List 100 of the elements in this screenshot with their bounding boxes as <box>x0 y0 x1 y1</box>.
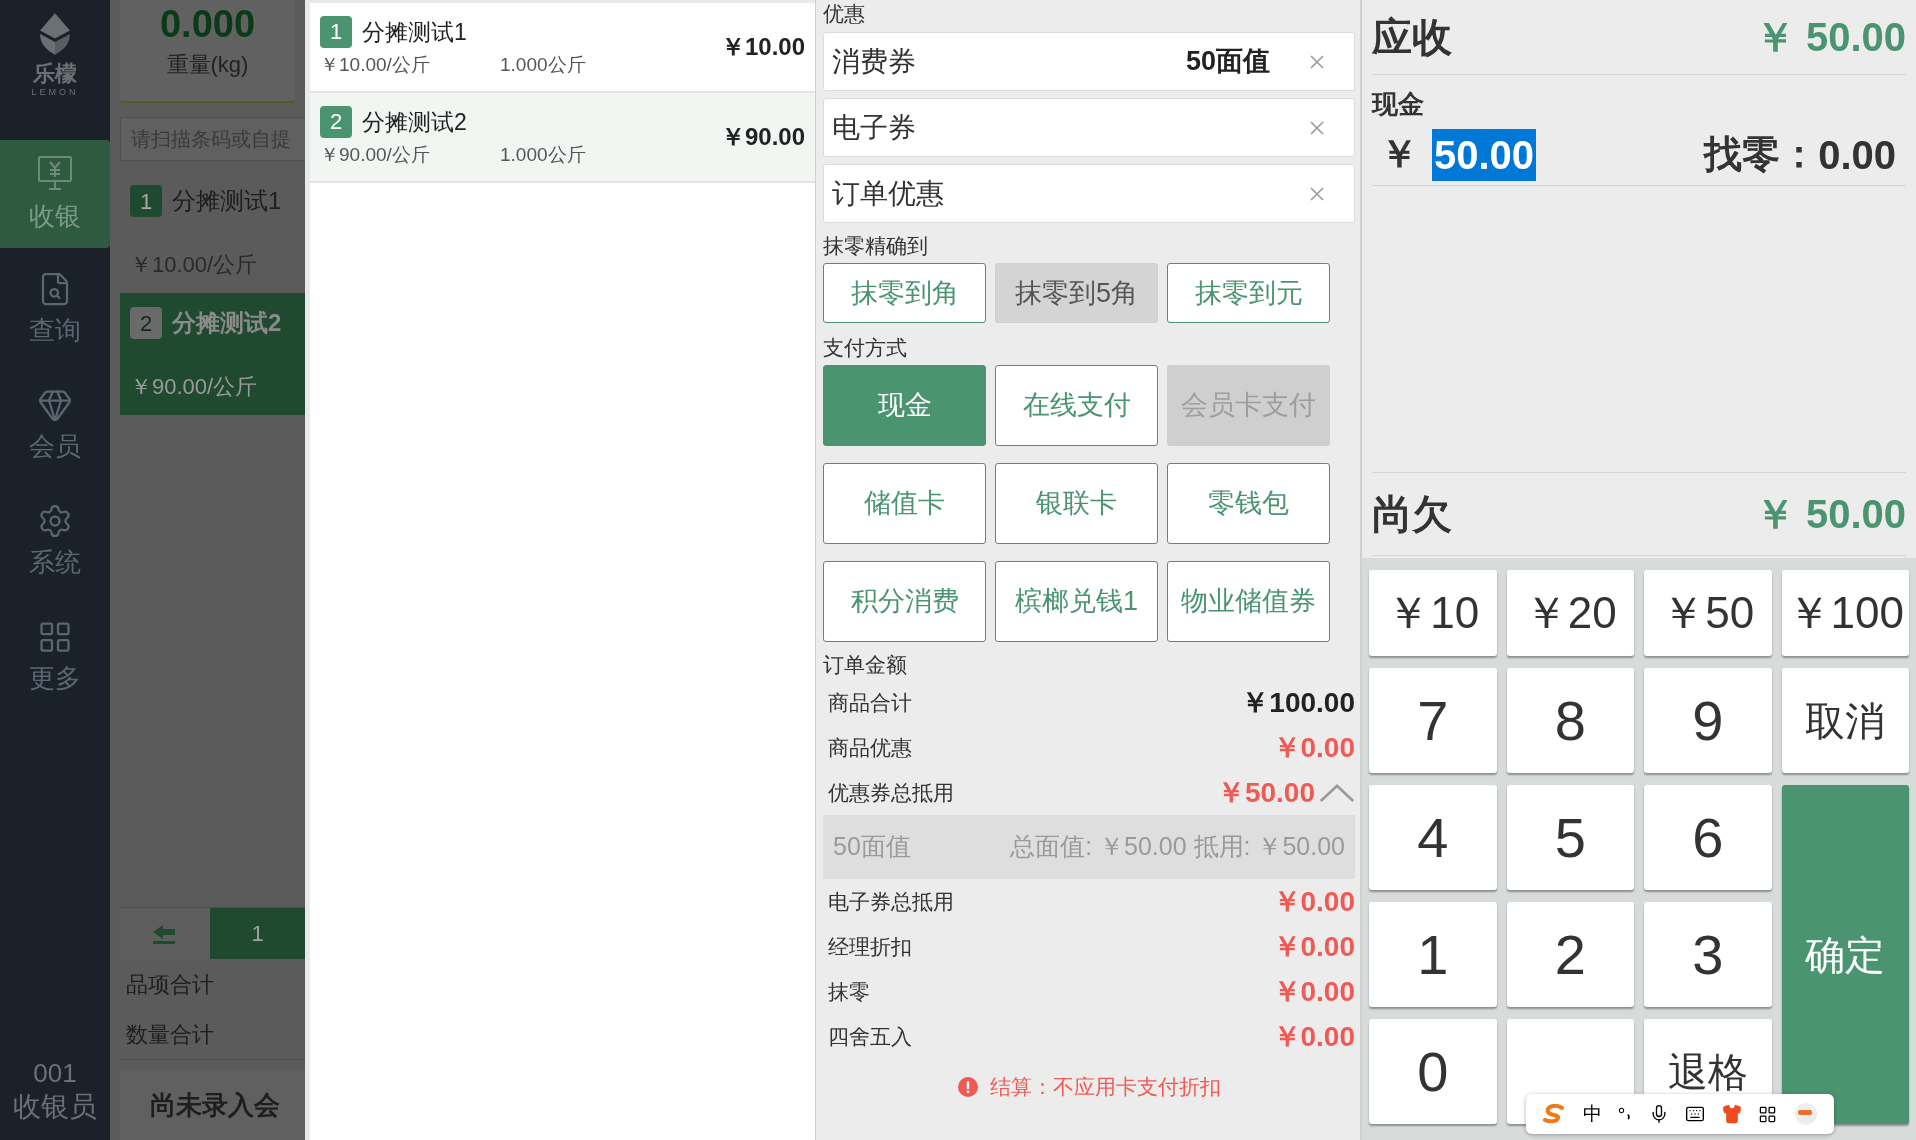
notice-text: 结算：不应用卡支付折扣 <box>989 1074 1221 1100</box>
amount-label: 抹零 <box>828 978 871 1005</box>
product-name: 分摊测试1 <box>172 186 282 216</box>
item-quantity: 1.000公斤 <box>500 53 586 77</box>
keypad-key[interactable]: 0 <box>1369 1019 1497 1124</box>
amount-value: ￥0.00 <box>1272 884 1355 919</box>
amount-label: 电子券总抵用 <box>828 888 955 915</box>
member-bar: 尚未录入会 <box>120 1070 305 1140</box>
unit-price: ￥90.00/公斤 <box>320 143 431 167</box>
keypad-key[interactable]: 1 <box>1369 902 1497 1007</box>
product-name: 分摊测试2 <box>172 308 282 338</box>
index-badge: 2 <box>130 307 162 339</box>
amount-value: ￥0.00 <box>1272 1019 1355 1054</box>
keypad-key[interactable]: ￥100 <box>1781 570 1909 656</box>
option-button[interactable]: 银联卡 <box>995 463 1158 544</box>
rounding-button[interactable]: 抹零到元 <box>1167 263 1330 323</box>
punctuation-icon[interactable] <box>1618 1107 1633 1121</box>
item-name: 分摊测试1 <box>362 17 467 47</box>
page-number[interactable]: 1 <box>210 908 305 959</box>
section-title: 支付方式 <box>823 335 908 361</box>
rounding-button[interactable]: 抹零到角 <box>823 263 986 323</box>
chevron-up-icon[interactable] <box>1319 782 1355 803</box>
logo-name: 乐檬 <box>33 60 77 88</box>
unit-price: ￥10.00/公斤 <box>320 53 431 77</box>
amount-label: 商品优惠 <box>828 734 913 761</box>
outstanding-label: 尚欠 <box>1372 491 1452 538</box>
logo-subtitle: LEMON <box>31 87 79 97</box>
cash-label: 现金 <box>1372 88 1425 121</box>
index-badge: 2 <box>320 105 352 138</box>
cashier-role: 收银员 <box>13 1090 97 1124</box>
receivable-label: 应收 <box>1372 14 1452 61</box>
close-icon[interactable] <box>1310 120 1324 135</box>
amount-value: ￥0.00 <box>1272 929 1355 964</box>
summary-label: 品项合计 <box>126 970 215 999</box>
shirt-icon[interactable] <box>1721 1104 1742 1124</box>
item-quantity: 1.000公斤 <box>500 143 586 167</box>
amount-label: 经理折扣 <box>828 933 913 960</box>
keypad-key[interactable]: 2 <box>1506 902 1634 1007</box>
coupon-summary: 总面值: ￥50.00 抵用: ￥50.00 <box>1010 831 1345 863</box>
avatar-icon[interactable] <box>1793 1102 1818 1126</box>
close-icon[interactable] <box>1310 54 1324 69</box>
keypad-key[interactable]: ￥10 <box>1369 570 1497 656</box>
confirm-button[interactable]: 确定 <box>1781 785 1909 1124</box>
grid-icon[interactable] <box>1758 1104 1778 1124</box>
cash-input[interactable]: 50.00 <box>1432 128 1537 181</box>
change-label: 找零： <box>1704 132 1819 177</box>
summary-label: 数量合计 <box>126 1020 215 1049</box>
keypad-key[interactable]: 5 <box>1506 785 1634 890</box>
keypad-key[interactable]: 8 <box>1506 668 1634 773</box>
option-button[interactable]: 零钱包 <box>1167 463 1330 544</box>
outstanding-value: ￥ 50.00 <box>1754 491 1906 538</box>
option-button[interactable]: 现金 <box>823 365 986 446</box>
keypad-key[interactable]: ￥50 <box>1644 570 1772 656</box>
keypad-key[interactable]: 取消 <box>1781 668 1909 773</box>
item-amount: ￥10.00 <box>720 32 805 62</box>
keypad-key[interactable]: 6 <box>1644 785 1772 890</box>
section-title: 订单金额 <box>823 652 908 678</box>
item-amount: ￥90.00 <box>720 122 805 152</box>
s-logo-icon[interactable] <box>1542 1104 1567 1124</box>
receivable-value: ￥ 50.00 <box>1754 14 1906 61</box>
amount-value: ￥0.00 <box>1272 730 1355 765</box>
option-button[interactable]: 积分消费 <box>823 561 986 642</box>
amount-label: 四舍五入 <box>828 1023 913 1050</box>
product-price: ￥90.00/公斤 <box>130 373 259 401</box>
keypad-key[interactable]: 4 <box>1369 785 1497 890</box>
coupon-value: 50面值 <box>1185 45 1270 79</box>
keypad-key[interactable]: 7 <box>1369 668 1497 773</box>
keypad-key[interactable]: 9 <box>1644 668 1772 773</box>
order-item[interactable]: 2 分摊测试2 ￥90.00/公斤 1.000公斤 ￥90.00 <box>310 93 815 183</box>
coupon-name: 50面值 <box>833 831 911 863</box>
amount-label: 商品合计 <box>828 689 913 716</box>
settings-icon <box>37 502 73 539</box>
section-title: 优惠 <box>823 1 866 27</box>
weight-value: 0.000 <box>159 2 256 47</box>
product-card[interactable]: 2 分摊测试2 ￥90.00/公斤 <box>120 293 305 415</box>
item-name: 分摊测试2 <box>362 107 467 137</box>
close-icon[interactable] <box>1310 186 1324 201</box>
cashier-id: 001 <box>33 1056 77 1089</box>
option-button[interactable]: 槟榔兑钱1 <box>995 561 1158 642</box>
input-mode[interactable]: 中 <box>1582 1099 1602 1129</box>
weight-label: 重量(kg) <box>166 51 249 79</box>
amount-value: ￥50.00 <box>1216 775 1315 810</box>
keyboard-icon[interactable] <box>1685 1104 1706 1124</box>
amount-value: ￥100.00 <box>1241 685 1355 720</box>
rounding-button[interactable]: 抹零到5角 <box>995 263 1158 323</box>
coupon-field[interactable]: 电子券 <box>823 98 1355 157</box>
keypad-key[interactable]: ￥20 <box>1506 570 1634 656</box>
coupon-field[interactable]: 订单优惠 <box>823 164 1355 223</box>
option-button[interactable]: 物业储值券 <box>1167 561 1330 642</box>
amount-value: ￥0.00 <box>1272 974 1355 1009</box>
keypad-key[interactable]: 3 <box>1644 902 1772 1007</box>
option-button[interactable]: 储值卡 <box>823 463 986 544</box>
section-title: 抹零精确到 <box>823 233 929 259</box>
option-button[interactable]: 在线支付 <box>995 365 1158 446</box>
warning-icon <box>957 1076 978 1097</box>
amount-label: 优惠券总抵用 <box>828 779 955 806</box>
index-badge: 1 <box>130 185 162 217</box>
currency-symbol: ￥ <box>1380 132 1418 177</box>
coupon-field[interactable]: 消费券 50面值 <box>823 32 1355 91</box>
index-badge: 1 <box>320 15 352 48</box>
